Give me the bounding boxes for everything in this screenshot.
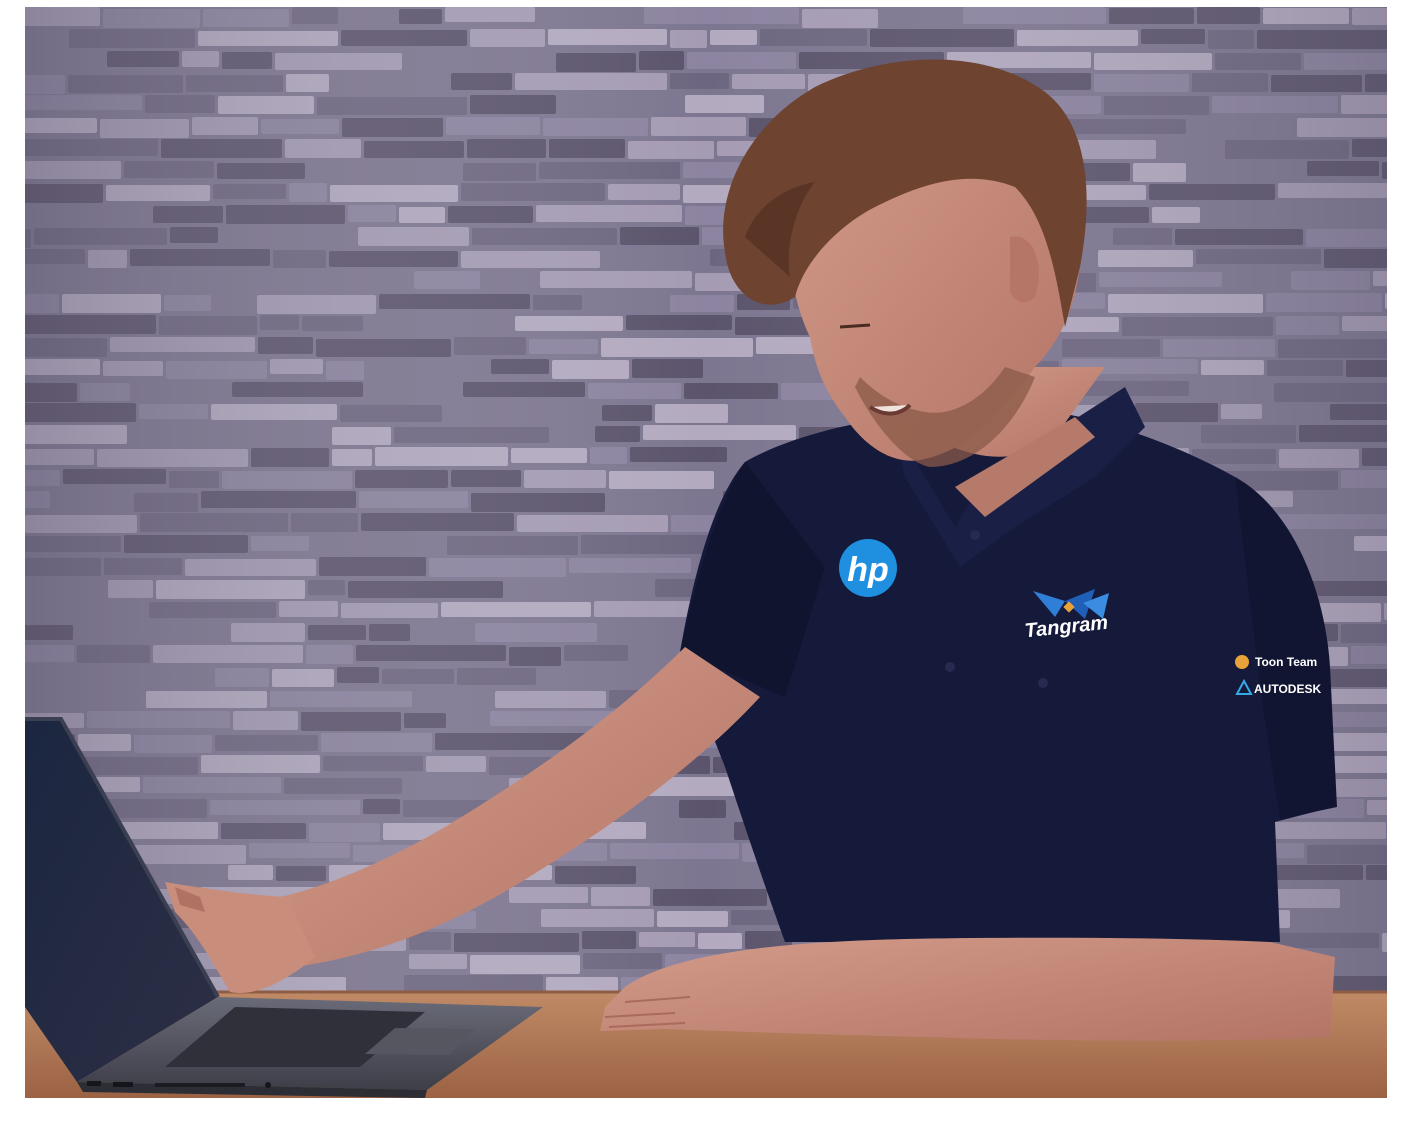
toon-team-logo-text: Toon Team bbox=[1255, 655, 1317, 669]
photo-scene: hp Tangram Toon Team AUTODESK bbox=[25, 7, 1387, 1098]
photo-frame: hp Tangram Toon Team AUTODESK bbox=[25, 7, 1387, 1098]
hp-logo: hp bbox=[839, 539, 897, 597]
eye bbox=[839, 323, 871, 329]
autodesk-logo-text: AUTODESK bbox=[1254, 682, 1321, 696]
hp-logo-text: hp bbox=[847, 551, 889, 589]
